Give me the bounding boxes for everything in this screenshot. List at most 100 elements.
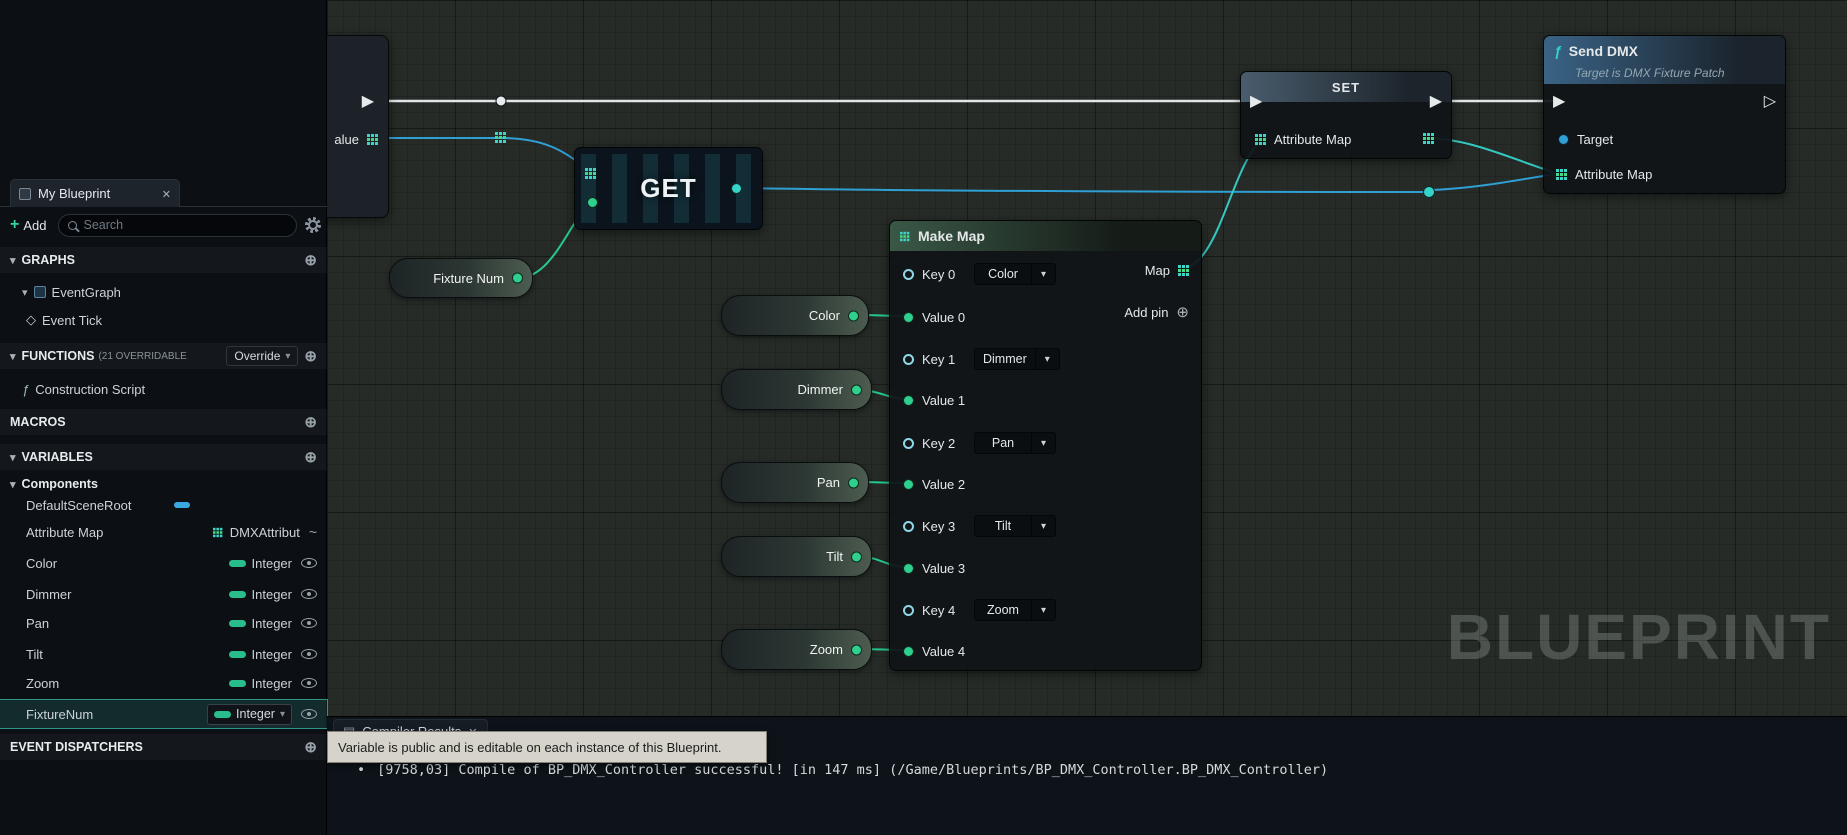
panel-toolbar: Add bbox=[6, 212, 321, 238]
key-enum-dropdown[interactable]: Dimmer bbox=[974, 348, 1060, 370]
variable-type-dropdown[interactable]: Integer bbox=[207, 704, 292, 725]
map-input-pin[interactable] bbox=[1556, 169, 1567, 180]
int-output-pin[interactable] bbox=[851, 644, 862, 655]
visibility-eye-icon[interactable] bbox=[301, 589, 317, 599]
settings-gear-icon[interactable] bbox=[305, 217, 321, 233]
make-map-node[interactable]: Make Map Key 0 Color Value 0 Key 1 Dimme… bbox=[889, 220, 1202, 671]
get-tilt-node[interactable]: Tilt bbox=[721, 536, 872, 577]
map-reroute-pin-icon[interactable] bbox=[495, 132, 506, 143]
variable-row-pan[interactable]: Pan Integer bbox=[0, 610, 327, 636]
map-reroute-node[interactable] bbox=[1424, 187, 1435, 198]
graphs-section-header[interactable]: GRAPHS bbox=[0, 247, 327, 273]
integer-pill-icon bbox=[229, 560, 246, 567]
functions-section-header[interactable]: FUNCTIONS (21 OVERRIDABLE Override bbox=[0, 343, 327, 369]
visibility-eye-icon[interactable] bbox=[301, 678, 317, 688]
variable-row-fixturenum-selected[interactable]: FixtureNum Integer bbox=[0, 700, 327, 728]
key-enum-dropdown[interactable]: Tilt bbox=[974, 515, 1056, 537]
map-wire[interactable] bbox=[1433, 174, 1555, 190]
int-output-pin[interactable] bbox=[848, 477, 859, 488]
int-output-pin[interactable] bbox=[851, 551, 862, 562]
add-pin-button[interactable]: Add pin bbox=[1124, 300, 1189, 324]
value-pin[interactable] bbox=[903, 395, 914, 406]
exec-out-pin[interactable]: ▷ bbox=[1764, 94, 1776, 110]
macros-section-header[interactable]: MACROS bbox=[0, 409, 327, 435]
search-input[interactable] bbox=[83, 218, 287, 232]
visibility-eye-icon[interactable] bbox=[301, 709, 317, 719]
map-wire[interactable] bbox=[373, 138, 587, 170]
sidebar-item-construction-script[interactable]: Construction Script bbox=[0, 376, 327, 402]
map-wire[interactable] bbox=[735, 188, 1425, 192]
sidebar-item-eventgraph[interactable]: EventGraph bbox=[0, 279, 327, 305]
add-graph-icon[interactable] bbox=[304, 251, 317, 269]
variable-row-tilt[interactable]: Tilt Integer bbox=[0, 641, 327, 667]
search-box[interactable] bbox=[58, 214, 297, 237]
int-output-pin[interactable] bbox=[848, 310, 859, 321]
send-dmx-node[interactable]: ƒ Send DMX Target is DMX Fixture Patch ▶… bbox=[1543, 35, 1786, 194]
value-pin[interactable] bbox=[903, 479, 914, 490]
event-graph-canvas[interactable]: BLUEPRINT ▶ alue bbox=[327, 0, 1847, 716]
get-color-node[interactable]: Color bbox=[721, 295, 869, 336]
get-fixture-num-node[interactable]: Fixture Num bbox=[389, 258, 533, 298]
add-event-dispatcher-icon[interactable] bbox=[304, 738, 317, 756]
visibility-eye-icon[interactable] bbox=[301, 558, 317, 568]
key-enum-dropdown[interactable]: Pan bbox=[974, 432, 1056, 454]
clipped-node[interactable]: ▶ alue bbox=[327, 35, 389, 218]
add-function-icon[interactable] bbox=[304, 347, 317, 365]
get-zoom-node[interactable]: Zoom bbox=[721, 629, 872, 670]
key-enum-dropdown[interactable]: Color bbox=[974, 263, 1056, 285]
value-output-pin[interactable] bbox=[731, 183, 742, 194]
target-input-pin[interactable] bbox=[1558, 134, 1569, 145]
get-dimmer-node[interactable]: Dimmer bbox=[721, 369, 872, 410]
variable-row-dimmer[interactable]: Dimmer Integer bbox=[0, 581, 327, 607]
variable-row-zoom[interactable]: Zoom Integer bbox=[0, 670, 327, 696]
add-button[interactable]: Add bbox=[6, 216, 50, 234]
blueprint-editor: My Blueprint Add GRAPHS EventGraph Event… bbox=[0, 0, 1847, 835]
variables-section-header[interactable]: VARIABLES bbox=[0, 444, 327, 470]
map-input-pin[interactable] bbox=[1255, 134, 1266, 145]
index-input-pin[interactable] bbox=[587, 197, 598, 208]
close-tab-icon[interactable] bbox=[162, 186, 171, 201]
variable-row-color[interactable]: Color Integer bbox=[0, 550, 327, 576]
exec-in-pin[interactable]: ▶ bbox=[1553, 94, 1565, 110]
int-output-pin[interactable] bbox=[851, 384, 862, 395]
key-pin[interactable] bbox=[903, 354, 914, 365]
value-pin[interactable] bbox=[903, 312, 914, 323]
visibility-eye-icon[interactable] bbox=[301, 649, 317, 659]
map-output-pin[interactable] bbox=[1423, 133, 1434, 144]
add-pin-icon[interactable] bbox=[1176, 303, 1189, 321]
key-enum-dropdown[interactable]: Zoom bbox=[974, 599, 1056, 621]
value-pin[interactable] bbox=[903, 646, 914, 657]
chevron-down-icon[interactable] bbox=[1032, 599, 1056, 621]
int-output-pin[interactable] bbox=[512, 273, 523, 284]
exec-out-pin[interactable]: ▶ bbox=[1430, 94, 1442, 110]
value-pin[interactable] bbox=[903, 563, 914, 574]
exec-in-pin[interactable]: ▶ bbox=[1250, 94, 1262, 110]
map-input-pin[interactable] bbox=[585, 168, 596, 179]
visibility-eye-icon[interactable] bbox=[301, 618, 317, 628]
key-pin[interactable] bbox=[903, 521, 914, 532]
override-dropdown[interactable]: Override bbox=[226, 346, 298, 366]
variable-row-defaultsceneroot[interactable]: DefaultSceneRoot bbox=[0, 492, 327, 518]
chevron-down-icon[interactable] bbox=[1036, 348, 1060, 370]
variable-row-attribute-map[interactable]: Attribute Map DMXAttribut bbox=[0, 519, 327, 545]
chevron-down-icon[interactable] bbox=[1032, 263, 1056, 285]
key-pin[interactable] bbox=[903, 438, 914, 449]
get-pan-node[interactable]: Pan bbox=[721, 462, 869, 503]
set-attribute-map-node[interactable]: SET ▶ ▶ Attribute Map bbox=[1240, 71, 1452, 159]
chevron-down-icon[interactable] bbox=[1032, 515, 1056, 537]
integer-pill-icon bbox=[214, 711, 231, 718]
map-output-pin[interactable] bbox=[1178, 265, 1189, 276]
map-pin-icon[interactable] bbox=[367, 134, 378, 145]
key-pin[interactable] bbox=[903, 605, 914, 616]
add-macro-icon[interactable] bbox=[304, 413, 317, 431]
get-node[interactable]: GET bbox=[574, 147, 763, 230]
chevron-down-icon[interactable] bbox=[1032, 432, 1056, 454]
sidebar-item-event-tick[interactable]: Event Tick bbox=[0, 307, 327, 333]
function-icon: ƒ bbox=[1554, 43, 1562, 59]
exec-out-pin[interactable]: ▶ bbox=[362, 94, 374, 110]
tab-my-blueprint[interactable]: My Blueprint bbox=[10, 179, 180, 207]
event-dispatchers-section-header[interactable]: EVENT DISPATCHERS bbox=[0, 734, 327, 760]
exec-reroute-node[interactable] bbox=[496, 96, 506, 106]
add-variable-icon[interactable] bbox=[304, 448, 317, 466]
key-pin[interactable] bbox=[903, 269, 914, 280]
